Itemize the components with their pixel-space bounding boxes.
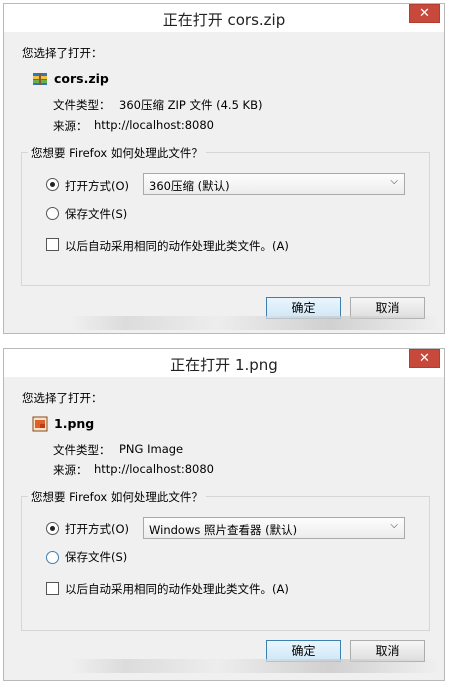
source-value: http://localhost:8080 xyxy=(94,462,214,476)
auto-action-checkbox[interactable] xyxy=(46,582,59,595)
file-type-label: 文件类型： xyxy=(53,98,111,112)
dialog-title: 正在打开 1.png xyxy=(170,356,278,374)
close-button[interactable]: ✕ xyxy=(409,349,440,368)
auto-action-checkbox[interactable] xyxy=(46,238,59,251)
open-with-label[interactable]: 打开方式(O) xyxy=(65,521,129,537)
intro-text: 您选择了打开： xyxy=(22,391,103,405)
file-type-value: PNG Image xyxy=(119,442,184,456)
save-file-radio[interactable] xyxy=(46,207,59,220)
dialog-title: 正在打开 cors.zip xyxy=(162,11,286,29)
question-text: 您想要 Firefox 如何处理此文件？ xyxy=(28,145,206,161)
image-icon xyxy=(32,416,48,432)
file-type-value: 360压缩 ZIP 文件 (4.5 KB) xyxy=(119,98,263,112)
open-with-value: 360压缩 (默认) xyxy=(149,179,230,193)
download-dialog-png: 正在打开 1.png ✕ 您选择了打开： 1.png 文件类型： PNG Ima… xyxy=(3,348,445,681)
chevron-down-icon: ⌵ xyxy=(390,176,398,187)
question-text: 您想要 Firefox 如何处理此文件？ xyxy=(28,489,206,505)
title-bar: 正在打开 cors.zip ✕ xyxy=(4,4,444,32)
source-label: 来源： xyxy=(53,463,88,477)
auto-action-label[interactable]: 以后自动采用相同的动作处理此类文件。(A) xyxy=(65,581,289,597)
watermark-blur xyxy=(70,316,440,330)
file-type-label: 文件类型： xyxy=(53,443,111,457)
watermark-blur xyxy=(70,659,440,673)
save-file-label[interactable]: 保存文件(S) xyxy=(65,206,127,222)
open-with-label[interactable]: 打开方式(O) xyxy=(65,178,129,194)
open-with-value: Windows 照片查看器 (默认) xyxy=(149,523,298,537)
save-file-label[interactable]: 保存文件(S) xyxy=(65,549,127,565)
close-icon: ✕ xyxy=(419,351,430,366)
open-with-radio[interactable] xyxy=(46,178,59,191)
open-with-radio[interactable] xyxy=(46,522,59,535)
title-bar: 正在打开 1.png ✕ xyxy=(4,349,444,377)
open-with-select[interactable]: Windows 照片查看器 (默认) ⌵ xyxy=(143,517,405,539)
auto-action-label[interactable]: 以后自动采用相同的动作处理此类文件。(A) xyxy=(65,238,289,254)
chevron-down-icon: ⌵ xyxy=(390,520,398,531)
intro-text: 您选择了打开： xyxy=(22,46,103,60)
file-name: 1.png xyxy=(54,416,95,431)
save-file-radio[interactable] xyxy=(46,551,59,564)
source-label: 来源： xyxy=(53,119,88,133)
source-value: http://localhost:8080 xyxy=(94,118,214,132)
archive-icon xyxy=(33,73,47,85)
file-name: cors.zip xyxy=(54,71,109,86)
close-button[interactable]: ✕ xyxy=(409,4,440,23)
download-dialog-zip: 正在打开 cors.zip ✕ 您选择了打开： cors.zip 文件类型： 3… xyxy=(3,3,445,334)
close-icon: ✕ xyxy=(419,6,430,21)
open-with-select[interactable]: 360压缩 (默认) ⌵ xyxy=(143,173,405,195)
